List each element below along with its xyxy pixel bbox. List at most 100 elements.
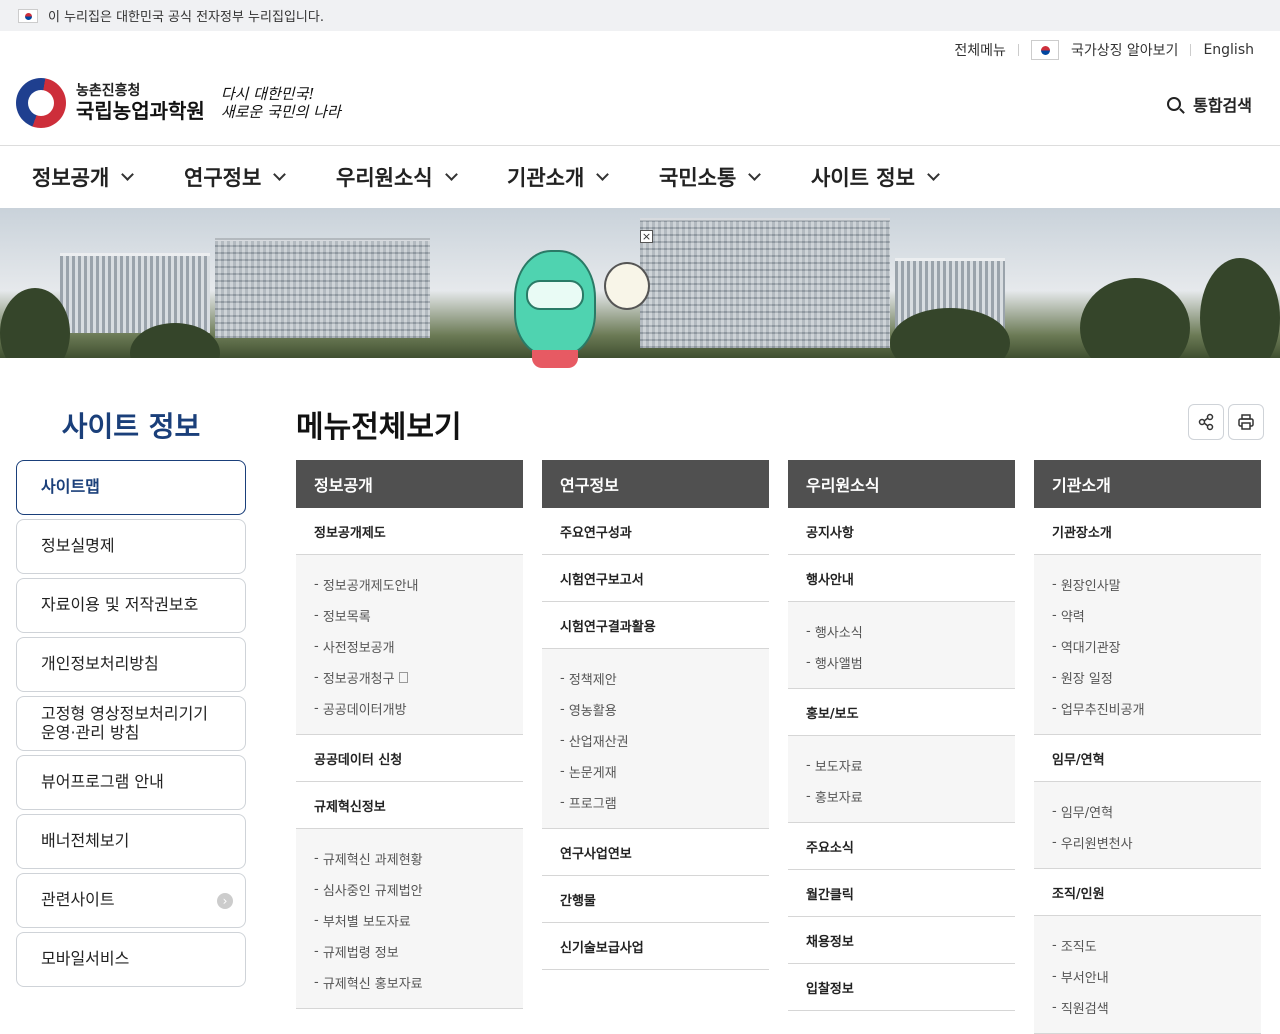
column-header[interactable]: 우리원소식 (788, 460, 1015, 508)
submenu-link[interactable]: 정보공개청구 (314, 662, 523, 693)
sidebar-item-mobile[interactable]: 모바일서비스 (16, 932, 246, 987)
submenu-link[interactable]: 조직도 (1052, 930, 1261, 961)
menu-link[interactable]: 시험연구보고서 (542, 555, 769, 602)
gnb-item-research[interactable]: 연구정보 (184, 162, 287, 192)
menu-link[interactable]: 채용정보 (788, 917, 1015, 964)
submenu-link[interactable]: 직원검색 (1052, 992, 1261, 1023)
sidebar-item-privacy[interactable]: 개인정보처리방침 (16, 637, 246, 692)
sidebar-menu: 사이트맵 정보실명제 자료이용 및 저작권보호 개인정보처리방침 고정형 영상정… (16, 460, 246, 991)
submenu-link[interactable]: 홍보자료 (806, 781, 1015, 812)
page-title: 메뉴전체보기 (296, 410, 462, 445)
chevron-down-icon (596, 168, 610, 181)
column-header[interactable]: 연구정보 (542, 460, 769, 508)
menu-link[interactable]: 시험연구결과활용 (542, 602, 769, 649)
submenu-link[interactable]: 공공데이터개방 (314, 693, 523, 724)
submenu-link[interactable]: 행사앨범 (806, 647, 1015, 678)
submenu-link[interactable]: 부처별 보도자료 (314, 905, 523, 936)
korea-flag-icon (18, 8, 38, 23)
submenu-link[interactable]: 논문게재 (560, 756, 769, 787)
menu-link[interactable]: 연구사업연보 (542, 829, 769, 876)
submenu-link[interactable]: 행사소식 (806, 616, 1015, 647)
site-logo[interactable]: 농촌진흥청 국립농업과학원 다시 대한민국! 새로운 국민의 나라 (16, 78, 341, 128)
print-button[interactable] (1228, 404, 1264, 440)
submenu-link[interactable]: 정책제안 (560, 663, 769, 694)
menu-link[interactable]: 간행물 (542, 876, 769, 923)
share-button[interactable] (1188, 404, 1224, 440)
menu-link[interactable]: 공지사항 (788, 508, 1015, 555)
all-menu-link[interactable]: 전체메뉴 (954, 40, 1006, 60)
menu-link[interactable]: 행사안내 (788, 555, 1015, 602)
korea-flag-icon (1030, 40, 1059, 60)
chevron-down-icon (273, 168, 287, 181)
menu-link[interactable]: 주요연구성과 (542, 508, 769, 555)
sidebar-item-info-realname[interactable]: 정보실명제 (16, 519, 246, 574)
integrated-search-button[interactable]: 통합검색 (1167, 92, 1252, 116)
gnb-label: 사이트 정보 (811, 166, 915, 190)
submenu-link[interactable]: 우리원변천사 (1052, 827, 1261, 858)
print-icon (1238, 414, 1254, 430)
chevron-down-icon (121, 168, 135, 181)
submenu-link[interactable]: 역대기관장 (1052, 631, 1261, 662)
logo-main: 국립농업과학원 (76, 98, 205, 123)
menu-link[interactable]: 입찰정보 (788, 964, 1015, 1011)
close-icon[interactable]: × (640, 230, 653, 243)
sitemap-column-research: 연구정보 주요연구성과 시험연구보고서 시험연구결과활용 정책제안 영농활용 산… (542, 460, 769, 970)
menu-link[interactable]: 주요소식 (788, 823, 1015, 870)
government-emblem-icon (16, 78, 66, 128)
menu-link[interactable]: 규제혁신정보 (296, 782, 523, 829)
sidebar-item-cctv-policy[interactable]: 고정형 영상정보처리기기 운영·관리 방침 (16, 696, 246, 751)
submenu-link[interactable]: 원장인사말 (1052, 569, 1261, 600)
slogan: 다시 대한민국! 새로운 국민의 나라 (221, 85, 341, 121)
menu-link[interactable]: 신기술보급사업 (542, 923, 769, 970)
sitemap-column-news: 우리원소식 공지사항 행사안내 행사소식 행사앨범 홍보/보도 보도자료 홍보자… (788, 460, 1015, 1011)
submenu-link[interactable]: 규제혁신 과제현황 (314, 843, 523, 874)
building-left-annex (60, 253, 210, 333)
menu-link[interactable]: 기관장소개 (1034, 508, 1261, 555)
menu-link[interactable]: 월간클릭 (788, 870, 1015, 917)
national-symbol-link[interactable]: 국가상징 알아보기 (1071, 40, 1179, 60)
submenu-link[interactable]: 심사중인 규제법안 (314, 874, 523, 905)
sidebar-item-viewer[interactable]: 뷰어프로그램 안내 (16, 755, 246, 810)
submenu-link[interactable]: 임무/연혁 (1052, 796, 1261, 827)
submenu-link[interactable]: 산업재산권 (560, 725, 769, 756)
submenu-link[interactable]: 규제법령 정보 (314, 936, 523, 967)
submenu-link[interactable]: 보도자료 (806, 750, 1015, 781)
submenu-link[interactable]: 영농활용 (560, 694, 769, 725)
building-right-windows (640, 218, 890, 348)
menu-link[interactable]: 임무/연혁 (1034, 735, 1261, 782)
submenu-link[interactable]: 업무추진비공개 (1052, 693, 1261, 724)
submenu-link[interactable]: 정보공개제도안내 (314, 569, 523, 600)
submenu-label: 정보공개청구 (322, 672, 395, 687)
divider (1017, 44, 1019, 56)
gnb-item-about[interactable]: 기관소개 (507, 162, 610, 192)
menu-link[interactable]: 조직/인원 (1034, 869, 1261, 916)
sitemap-column-info-open: 정보공개 정보공개제도 정보공개제도안내 정보목록 사전정보공개 정보공개청구 … (296, 460, 523, 1009)
submenu-box: 원장인사말 약력 역대기관장 원장 일정 업무추진비공개 (1034, 555, 1261, 735)
gnb-item-info-open[interactable]: 정보공개 (32, 162, 135, 192)
submenu-link[interactable]: 부서안내 (1052, 961, 1261, 992)
sidebar-item-sitemap[interactable]: 사이트맵 (16, 460, 246, 515)
gnb-label: 국민소통 (659, 166, 737, 190)
sidebar-item-banners[interactable]: 배너전체보기 (16, 814, 246, 869)
menu-link[interactable]: 공공데이터 신청 (296, 735, 523, 782)
sidebar-item-related-sites[interactable]: 관련사이트 › (16, 873, 246, 928)
english-link[interactable]: English (1203, 42, 1254, 58)
gnb-item-communication[interactable]: 국민소통 (659, 162, 762, 192)
mascot-character (514, 232, 596, 368)
gnb-item-news[interactable]: 우리원소식 (336, 162, 458, 192)
sidebar-item-copyright[interactable]: 자료이용 및 저작권보호 (16, 578, 246, 633)
column-header[interactable]: 정보공개 (296, 460, 523, 508)
tree (1200, 258, 1280, 358)
menu-link[interactable]: 홍보/보도 (788, 689, 1015, 736)
submenu-link[interactable]: 원장 일정 (1052, 662, 1261, 693)
submenu-link[interactable]: 규제혁신 홍보자료 (314, 967, 523, 998)
tree (1080, 278, 1190, 358)
submenu-link[interactable]: 약력 (1052, 600, 1261, 631)
menu-link[interactable]: 정보공개제도 (296, 508, 523, 555)
submenu-link[interactable]: 사전정보공개 (314, 631, 523, 662)
submenu-link[interactable]: 정보목록 (314, 600, 523, 631)
gnb-item-site-info[interactable]: 사이트 정보 (811, 162, 940, 192)
submenu-link[interactable]: 프로그램 (560, 787, 769, 818)
divider (1190, 44, 1192, 56)
column-header[interactable]: 기관소개 (1034, 460, 1261, 508)
